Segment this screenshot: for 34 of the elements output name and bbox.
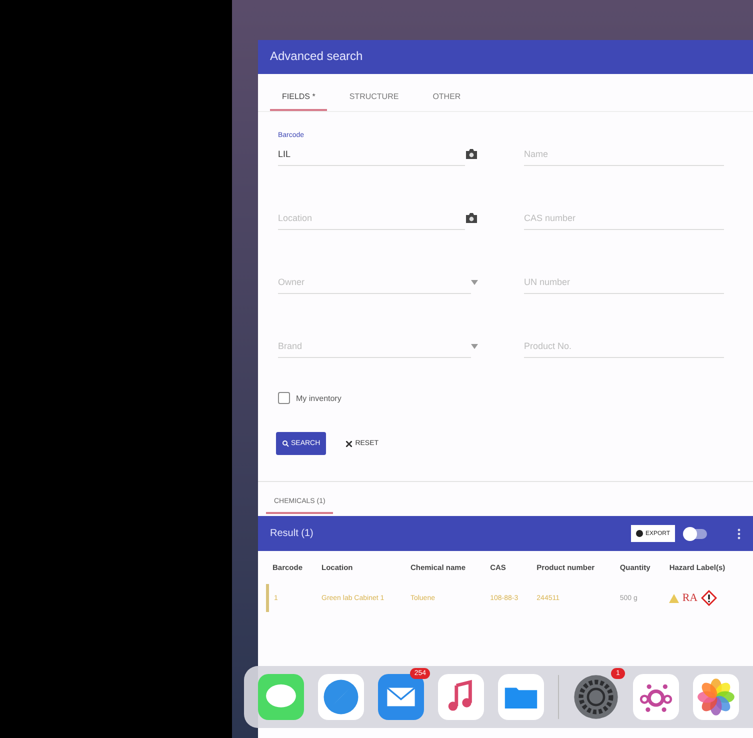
input-field[interactable]: Location [278,211,465,230]
result-title: Result (1) [270,528,314,539]
input-field[interactable]: CAS number [524,211,724,230]
input-field[interactable]: LIL [278,147,465,166]
dropdown-field[interactable]: Owner [278,275,471,294]
search-icon [282,440,289,447]
warning-triangle-icon [669,594,680,602]
tab[interactable]: STRUCTURE [337,88,411,111]
camera-icon[interactable] [465,148,478,160]
input-field[interactable]: Product No. [524,339,724,358]
exclamation-diamond-icon [700,590,717,606]
more-options-icon[interactable] [737,528,741,540]
close-icon [346,440,352,446]
gear-icon[interactable] [573,674,619,720]
pinwheel-icon[interactable] [693,674,739,720]
dropdown-caret-icon[interactable] [471,280,478,285]
input-field[interactable]: UN number [524,275,724,294]
flower-dots-icon[interactable] [633,674,679,720]
dropdown-field[interactable]: Brand [278,339,471,358]
input-field[interactable]: Name [524,147,724,166]
tab[interactable]: FIELDS * [270,88,328,111]
compass-icon[interactable] [318,674,364,720]
checkbox-label: My inventory [296,394,342,402]
dropdown-caret-icon[interactable] [471,344,478,349]
music-note-icon[interactable] [438,674,484,720]
dot-icon [636,530,644,537]
envelope-icon[interactable] [378,674,424,720]
checkbox[interactable] [278,392,290,404]
tab[interactable]: OTHER [420,88,473,111]
folder-icon[interactable] [498,674,544,720]
dialog-title: Advanced search [258,40,753,74]
camera-icon[interactable] [465,212,478,224]
toggle-switch[interactable] [685,528,707,538]
hazard-label: RA [682,592,698,604]
